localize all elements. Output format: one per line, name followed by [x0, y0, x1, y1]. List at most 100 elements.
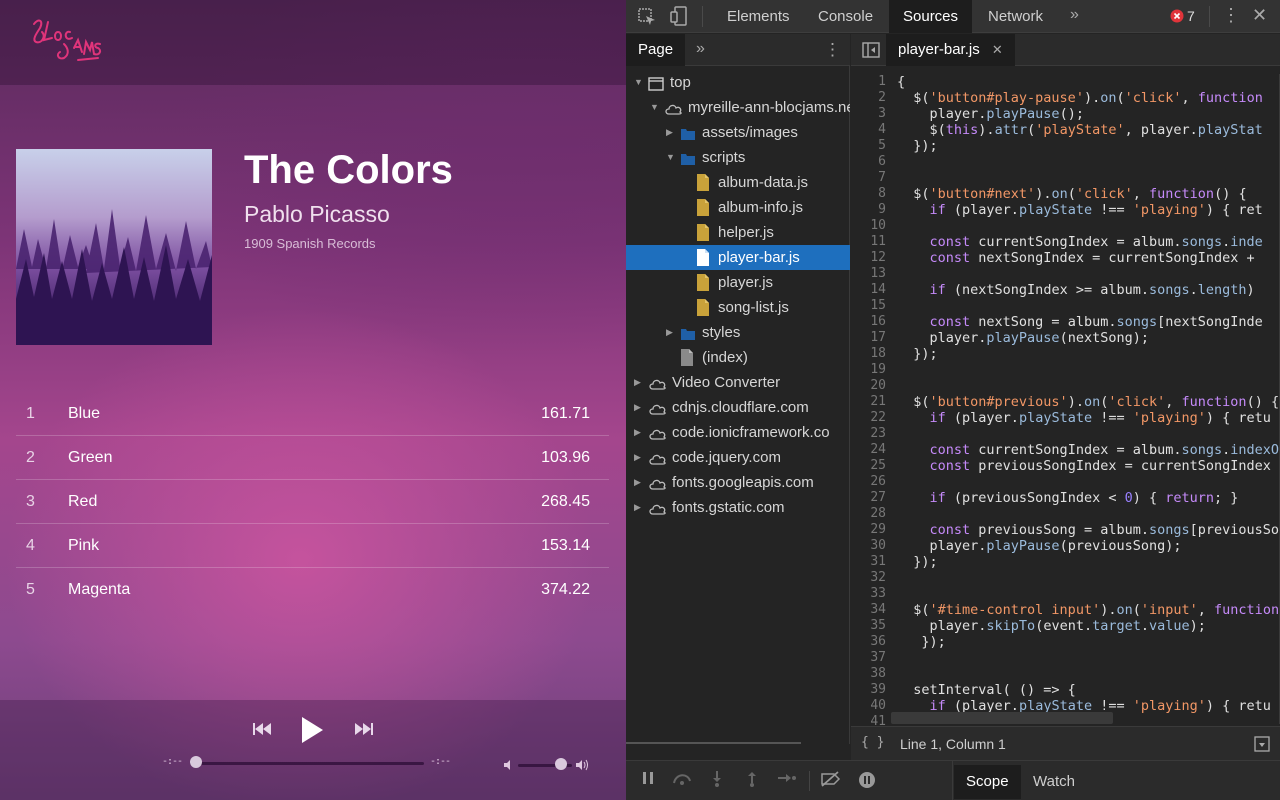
code-line[interactable]: $('button#previous').on('click', functio…	[897, 394, 1279, 410]
line-number[interactable]: 21	[870, 394, 886, 410]
line-number[interactable]: 15	[870, 298, 886, 314]
code-line[interactable]: const previousSongIndex = currentSongInd…	[897, 458, 1271, 474]
line-number[interactable]: 28	[870, 506, 886, 522]
pause-icon[interactable]	[642, 771, 654, 785]
close-tab-icon[interactable]: ✕	[992, 42, 1003, 57]
line-number[interactable]: 31	[870, 554, 886, 570]
line-number[interactable]: 25	[870, 458, 886, 474]
line-number[interactable]: 3	[878, 106, 886, 122]
line-number[interactable]: 26	[870, 474, 886, 490]
expand-triangle-icon[interactable]: ▶	[634, 470, 641, 495]
line-number[interactable]: 32	[870, 570, 886, 586]
code-line[interactable]: $('button#next').on('click', function() …	[897, 186, 1246, 202]
inspect-element-icon[interactable]	[638, 8, 656, 26]
line-number[interactable]: 10	[870, 218, 886, 234]
line-number[interactable]: 34	[870, 602, 886, 618]
seek-bar[interactable]	[190, 762, 424, 765]
line-number[interactable]: 12	[870, 250, 886, 266]
song-row[interactable]: 1 Blue 161.71	[16, 392, 609, 436]
tab-player-bar-js[interactable]: player-bar.js ✕	[886, 34, 1015, 66]
code-line[interactable]: const currentSongIndex = album.songs.ind…	[897, 234, 1263, 250]
tree-item[interactable]: ▶ code.jquery.com	[626, 445, 850, 470]
pause-on-exceptions-icon[interactable]	[858, 771, 876, 789]
step-out-icon[interactable]	[746, 771, 758, 787]
tree-item[interactable]: ▶ styles	[626, 320, 850, 345]
tree-item[interactable]: ▶ cdnjs.cloudflare.com	[626, 395, 850, 420]
code-line[interactable]: if (nextSongIndex >= album.songs.length)	[897, 282, 1255, 298]
line-number[interactable]: 18	[870, 346, 886, 362]
pretty-print-icon[interactable]: { }	[861, 735, 884, 750]
code-line[interactable]: $('#time-control input').on('input', fun…	[897, 602, 1279, 618]
collapse-triangle-icon[interactable]: ▼	[634, 70, 643, 95]
line-number[interactable]: 16	[870, 314, 886, 330]
expand-triangle-icon[interactable]: ▶	[634, 370, 641, 395]
line-number[interactable]: 8	[878, 186, 886, 202]
code-line[interactable]: player.playPause();	[897, 106, 1084, 122]
tree-item[interactable]: song-list.js	[626, 295, 850, 320]
deactivate-breakpoints-icon[interactable]	[820, 771, 842, 787]
line-number[interactable]: 20	[870, 378, 886, 394]
close-devtools-icon[interactable]: ✕	[1252, 5, 1267, 26]
line-number[interactable]: 40	[870, 698, 886, 714]
tree-item[interactable]: player.js	[626, 270, 850, 295]
tree-item[interactable]: ▼ top	[626, 70, 850, 95]
previous-button[interactable]	[253, 722, 271, 736]
tab-page[interactable]: Page	[626, 34, 686, 66]
song-row[interactable]: 3 Red 268.45	[16, 480, 609, 524]
line-number[interactable]: 22	[870, 410, 886, 426]
line-number[interactable]: 38	[870, 666, 886, 682]
code-line[interactable]: player.playPause(nextSong);	[897, 330, 1149, 346]
toggle-debugger-icon[interactable]	[1254, 736, 1270, 752]
tree-item[interactable]: album-data.js	[626, 170, 850, 195]
editor-horizontal-scrollbar[interactable]	[891, 712, 1113, 724]
tab-watch[interactable]: Watch	[1021, 765, 1087, 799]
code-line[interactable]: if (player.playState !== 'playing') { re…	[897, 202, 1263, 218]
tree-item[interactable]: ▶ fonts.gstatic.com	[626, 495, 850, 520]
play-pause-button[interactable]	[300, 716, 324, 744]
seek-thumb[interactable]	[190, 756, 202, 768]
code-line[interactable]: const nextSongIndex = currentSongIndex +	[897, 250, 1255, 266]
code-line[interactable]: const currentSongIndex = album.songs.ind…	[897, 442, 1280, 458]
code-line[interactable]: player.skipTo(event.target.value);	[897, 618, 1206, 634]
song-row[interactable]: 2 Green 103.96	[16, 436, 609, 480]
song-row[interactable]: 4 Pink 153.14	[16, 524, 609, 568]
tree-item[interactable]: ▶ fonts.googleapis.com	[626, 470, 850, 495]
song-row[interactable]: 5 Magenta 374.22	[16, 568, 609, 612]
song-number[interactable]: 3	[26, 493, 35, 511]
collapse-triangle-icon[interactable]: ▼	[666, 145, 675, 170]
line-number[interactable]: 5	[878, 138, 886, 154]
line-number[interactable]: 14	[870, 282, 886, 298]
code-line[interactable]: {	[897, 74, 905, 90]
line-number[interactable]: 9	[878, 202, 886, 218]
line-number[interactable]: 37	[870, 650, 886, 666]
navigator-menu-icon[interactable]: ⋮	[824, 40, 841, 60]
code-line[interactable]: });	[897, 554, 937, 570]
tree-item[interactable]: ▼ scripts	[626, 145, 850, 170]
song-number[interactable]: 5	[26, 581, 35, 599]
tree-item[interactable]: ▼ myreille-ann-blocjams.ne	[626, 95, 850, 120]
line-number[interactable]: 29	[870, 522, 886, 538]
line-number[interactable]: 27	[870, 490, 886, 506]
code-line[interactable]: });	[897, 138, 937, 154]
tab-network[interactable]: Network	[974, 0, 1057, 33]
step-over-icon[interactable]	[672, 771, 692, 785]
bloc-jams-logo[interactable]	[28, 14, 104, 66]
code-content[interactable]: { $('button#play-pause').on('click', fun…	[897, 74, 1280, 724]
next-button[interactable]	[355, 722, 373, 736]
code-line[interactable]: });	[897, 346, 937, 362]
navigator-scrollbar[interactable]	[626, 742, 801, 744]
line-number[interactable]: 1	[878, 74, 886, 90]
tab-console[interactable]: Console	[804, 0, 887, 33]
song-number[interactable]: 1	[26, 405, 35, 423]
expand-triangle-icon[interactable]: ▶	[634, 395, 641, 420]
tree-item[interactable]: ▶ code.ionicframework.co	[626, 420, 850, 445]
line-number[interactable]: 36	[870, 634, 886, 650]
tree-item[interactable]: ▶ assets/images	[626, 120, 850, 145]
code-line[interactable]: player.playPause(previousSong);	[897, 538, 1182, 554]
line-number[interactable]: 23	[870, 426, 886, 442]
line-number[interactable]: 11	[870, 234, 886, 250]
step-icon[interactable]	[778, 771, 796, 785]
tree-item[interactable]: (index)	[626, 345, 850, 370]
song-number[interactable]: 4	[26, 537, 35, 555]
line-number[interactable]: 6	[878, 154, 886, 170]
